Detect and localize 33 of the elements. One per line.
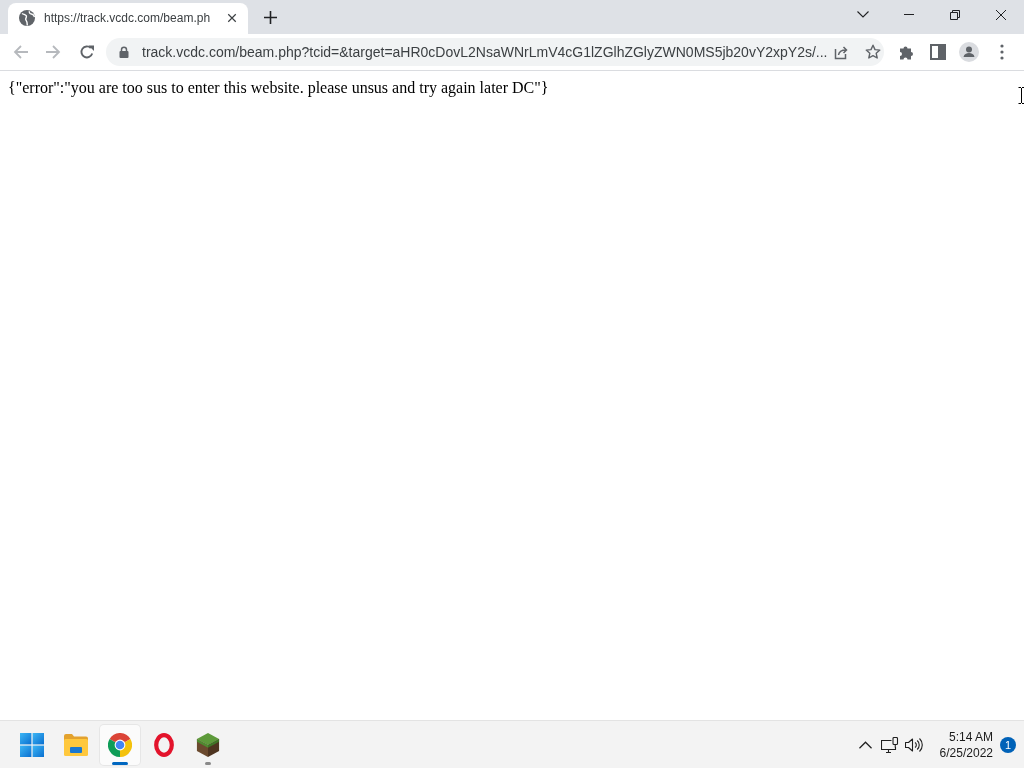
star-icon (865, 44, 882, 60)
text-cursor-icon (1018, 87, 1024, 104)
chevron-down-icon (857, 10, 869, 18)
windows-logo-icon (20, 732, 44, 757)
reload-icon (79, 44, 95, 60)
chrome-logo-icon (108, 732, 132, 757)
url-text[interactable]: track.vcdc.com/beam.php?tcid=&target=aHR0cDovL2NsaWNrLmV4cG1lZGlhZGlyZWN0MS5jb20vY2xpY2s/... (142, 44, 828, 60)
share-icon (833, 44, 850, 60)
minimize-icon (904, 14, 914, 15)
network-monitor-icon (880, 736, 899, 753)
profile-avatar-icon (959, 42, 979, 62)
opera-logo-icon (154, 732, 174, 757)
clock-date: 6/25/2022 (939, 744, 993, 761)
side-panel-icon (930, 44, 946, 60)
lock-icon (119, 46, 129, 58)
close-icon (996, 9, 1006, 20)
close-icon (226, 11, 238, 24)
error-json-text: {"error":"you are too sus to enter this website. please unsus and try again later DC"} (8, 79, 549, 97)
globe-icon (19, 9, 35, 26)
notification-badge[interactable]: 1 (1000, 736, 1016, 753)
puzzle-icon (899, 44, 915, 60)
plus-icon (263, 10, 277, 24)
address-bar[interactable]: track.vcdc.com/beam.php?tcid=&target=aHR0cDovL2NsaWNrLmV4cG1lZGlhZGlyZWN0MS5jb20vY2xpY2s/... (106, 38, 884, 66)
kebab-menu-icon (1000, 44, 1004, 60)
speaker-icon (904, 736, 923, 753)
taskbar-app-button[interactable] (100, 724, 140, 765)
browser-tab[interactable]: https://track.vcdc.com/beam.ph (8, 3, 248, 34)
grass-block-icon (196, 732, 220, 757)
restore-icon (950, 9, 960, 20)
folder-icon (64, 732, 88, 757)
clock-time: 5:14 AM (948, 728, 993, 745)
caret-up-icon (859, 740, 873, 749)
tab-title: https://track.vcdc.com/beam.ph (44, 10, 212, 25)
